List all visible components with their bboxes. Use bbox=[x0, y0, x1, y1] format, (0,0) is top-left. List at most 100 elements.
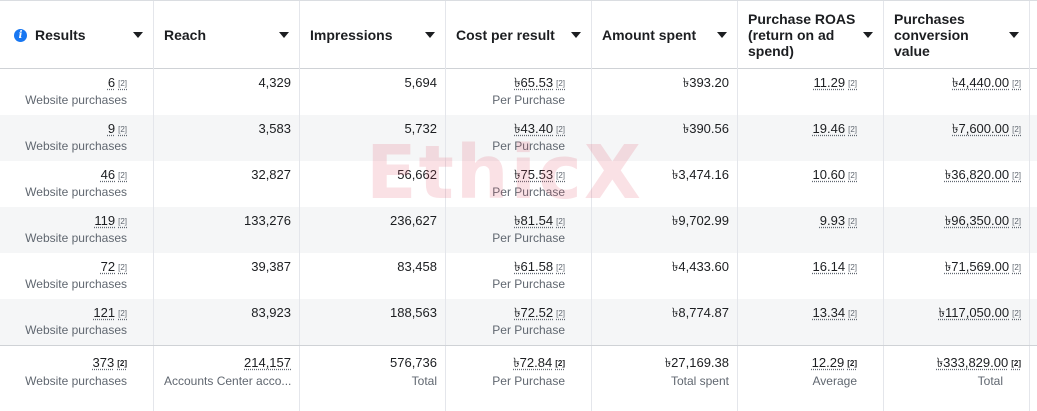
caret-down-icon[interactable] bbox=[717, 32, 727, 38]
conv-value[interactable]: ৳4,440.00 [2] bbox=[884, 75, 1021, 91]
column-label: Amount spent bbox=[602, 27, 697, 43]
cost-value[interactable]: ৳61.58 [2] bbox=[446, 259, 565, 275]
conv-value[interactable]: ৳96,350.00 [2] bbox=[884, 213, 1021, 229]
conv-value[interactable]: ৳36,820.00 [2] bbox=[884, 167, 1021, 183]
cost-value[interactable]: ৳43.40 [2] bbox=[446, 121, 565, 137]
conv-cell: ৳96,350.00 [2] bbox=[884, 207, 1030, 253]
spent-value: ৳8,774.87 bbox=[671, 305, 729, 320]
reach-cell: 32,827 bbox=[154, 161, 300, 207]
column-header-amount-spent[interactable]: Amount spent bbox=[592, 1, 738, 69]
results-cell: 119 [2] Website purchases bbox=[0, 207, 154, 253]
roas-cell: 11.29 [2] bbox=[738, 69, 884, 115]
conv-value[interactable]: ৳7,600.00 [2] bbox=[884, 121, 1021, 137]
caret-down-icon[interactable] bbox=[133, 32, 143, 38]
cost-value[interactable]: ৳72.52 [2] bbox=[446, 305, 565, 321]
footnote-marker: [2] bbox=[1012, 125, 1021, 134]
total-reach-label: Accounts Center acco... bbox=[164, 374, 292, 388]
roas-cell: 10.60 [2] bbox=[738, 161, 884, 207]
total-reach-value[interactable]: 214,157 bbox=[164, 355, 291, 371]
results-label: Website purchases bbox=[25, 277, 127, 291]
total-impressions-label: Total bbox=[411, 374, 437, 388]
footnote-marker: [2] bbox=[848, 217, 857, 226]
column-label: Cost per result bbox=[456, 27, 555, 43]
reach-cell: 133,276 bbox=[154, 207, 300, 253]
total-cost-cell: ৳72.84 [2] Per Purchase bbox=[446, 346, 592, 411]
results-value[interactable]: 9 [2] bbox=[0, 121, 127, 137]
caret-down-icon[interactable] bbox=[571, 32, 581, 38]
total-results-value[interactable]: 373 [2] bbox=[0, 355, 127, 371]
ads-results-table: i Results Reach Impressions Cost per res… bbox=[0, 0, 1037, 411]
results-cell: 46 [2] Website purchases bbox=[0, 161, 154, 207]
cost-value[interactable]: ৳75.53 [2] bbox=[446, 167, 565, 183]
total-conv-value[interactable]: ৳333,829.00 [2] bbox=[884, 355, 1021, 371]
total-roas-value[interactable]: 12.29 [2] bbox=[738, 355, 857, 371]
impressions-cell: 5,694 bbox=[300, 69, 446, 115]
roas-value[interactable]: 9.93 [2] bbox=[738, 213, 857, 229]
cost-label: Per Purchase bbox=[492, 277, 565, 291]
caret-down-icon[interactable] bbox=[425, 32, 435, 38]
column-header-impressions[interactable]: Impressions bbox=[300, 1, 446, 69]
caret-down-icon[interactable] bbox=[863, 32, 873, 38]
total-spent-label: Total spent bbox=[670, 374, 729, 388]
spent-value: ৳3,474.16 bbox=[671, 167, 729, 182]
caret-down-icon[interactable] bbox=[1009, 32, 1019, 38]
info-icon[interactable]: i bbox=[14, 28, 27, 42]
reach-value: 39,387 bbox=[251, 259, 291, 274]
roas-value[interactable]: 11.29 [2] bbox=[738, 75, 857, 91]
spent-cell: ৳390.56 bbox=[592, 115, 738, 161]
impressions-cell: 83,458 bbox=[300, 253, 446, 299]
cost-cell: ৳81.54 [2] Per Purchase bbox=[446, 207, 592, 253]
roas-value[interactable]: 16.14 [2] bbox=[738, 259, 857, 275]
total-cost-value[interactable]: ৳72.84 [2] bbox=[446, 355, 565, 371]
caret-down-icon[interactable] bbox=[279, 32, 289, 38]
results-value[interactable]: 121 [2] bbox=[0, 305, 127, 321]
results-label: Website purchases bbox=[25, 139, 127, 153]
footnote-marker: [2] bbox=[556, 217, 565, 226]
footnote-marker: [2] bbox=[1011, 359, 1021, 368]
conv-cell: ৳36,820.00 [2] bbox=[884, 161, 1030, 207]
footnote-marker: [2] bbox=[117, 359, 127, 368]
roas-value[interactable]: 19.46 [2] bbox=[738, 121, 857, 137]
total-results-label: Website purchases bbox=[25, 374, 127, 388]
conv-value[interactable]: ৳117,050.00 [2] bbox=[884, 305, 1021, 321]
cost-label: Per Purchase bbox=[492, 185, 565, 199]
column-header-reach[interactable]: Reach bbox=[154, 1, 300, 69]
reach-value: 3,583 bbox=[258, 121, 291, 136]
column-header-purchases-conversion-value[interactable]: Purchases conversion value bbox=[884, 1, 1030, 69]
footnote-marker: [2] bbox=[1012, 217, 1021, 226]
footnote-marker: [2] bbox=[1012, 171, 1021, 180]
column-label: Reach bbox=[164, 27, 207, 43]
results-value[interactable]: 46 [2] bbox=[0, 167, 127, 183]
footnote-marker: [2] bbox=[555, 359, 565, 368]
cost-cell: ৳61.58 [2] Per Purchase bbox=[446, 253, 592, 299]
footnote-marker: [2] bbox=[848, 263, 857, 272]
footnote-marker: [2] bbox=[848, 309, 857, 318]
table-row: 119 [2] Website purchases 133,276 236,627 ৳81… bbox=[0, 207, 1037, 253]
footnote-marker: [2] bbox=[556, 309, 565, 318]
footnote-marker: [2] bbox=[118, 217, 127, 226]
results-cell: 9 [2] Website purchases bbox=[0, 115, 154, 161]
results-label: Website purchases bbox=[25, 93, 127, 107]
reach-cell: 3,583 bbox=[154, 115, 300, 161]
column-header-purchase-roas[interactable]: Purchase ROAS (return on ad spend) bbox=[738, 1, 884, 69]
column-header-results[interactable]: i Results bbox=[8, 1, 154, 69]
impressions-cell: 188,563 bbox=[300, 299, 446, 345]
roas-cell: 9.93 [2] bbox=[738, 207, 884, 253]
total-results-cell: 373 [2] Website purchases bbox=[0, 346, 154, 411]
table-row: 72 [2] Website purchases 39,387 83,458 ৳61.58… bbox=[0, 253, 1037, 299]
results-value[interactable]: 72 [2] bbox=[0, 259, 127, 275]
cost-value[interactable]: ৳81.54 [2] bbox=[446, 213, 565, 229]
results-label: Website purchases bbox=[25, 185, 127, 199]
results-value[interactable]: 6 [2] bbox=[0, 75, 127, 91]
cost-value[interactable]: ৳65.53 [2] bbox=[446, 75, 565, 91]
column-header-cost-per-result[interactable]: Cost per result bbox=[446, 1, 592, 69]
impressions-cell: 56,662 bbox=[300, 161, 446, 207]
cost-cell: ৳43.40 [2] Per Purchase bbox=[446, 115, 592, 161]
results-value[interactable]: 119 [2] bbox=[0, 213, 127, 229]
total-reach-cell: 214,157 Accounts Center acco... bbox=[154, 346, 300, 411]
reach-cell: 39,387 bbox=[154, 253, 300, 299]
roas-value[interactable]: 10.60 [2] bbox=[738, 167, 857, 183]
footnote-marker: [2] bbox=[848, 125, 857, 134]
conv-value[interactable]: ৳71,569.00 [2] bbox=[884, 259, 1021, 275]
roas-value[interactable]: 13.34 [2] bbox=[738, 305, 857, 321]
